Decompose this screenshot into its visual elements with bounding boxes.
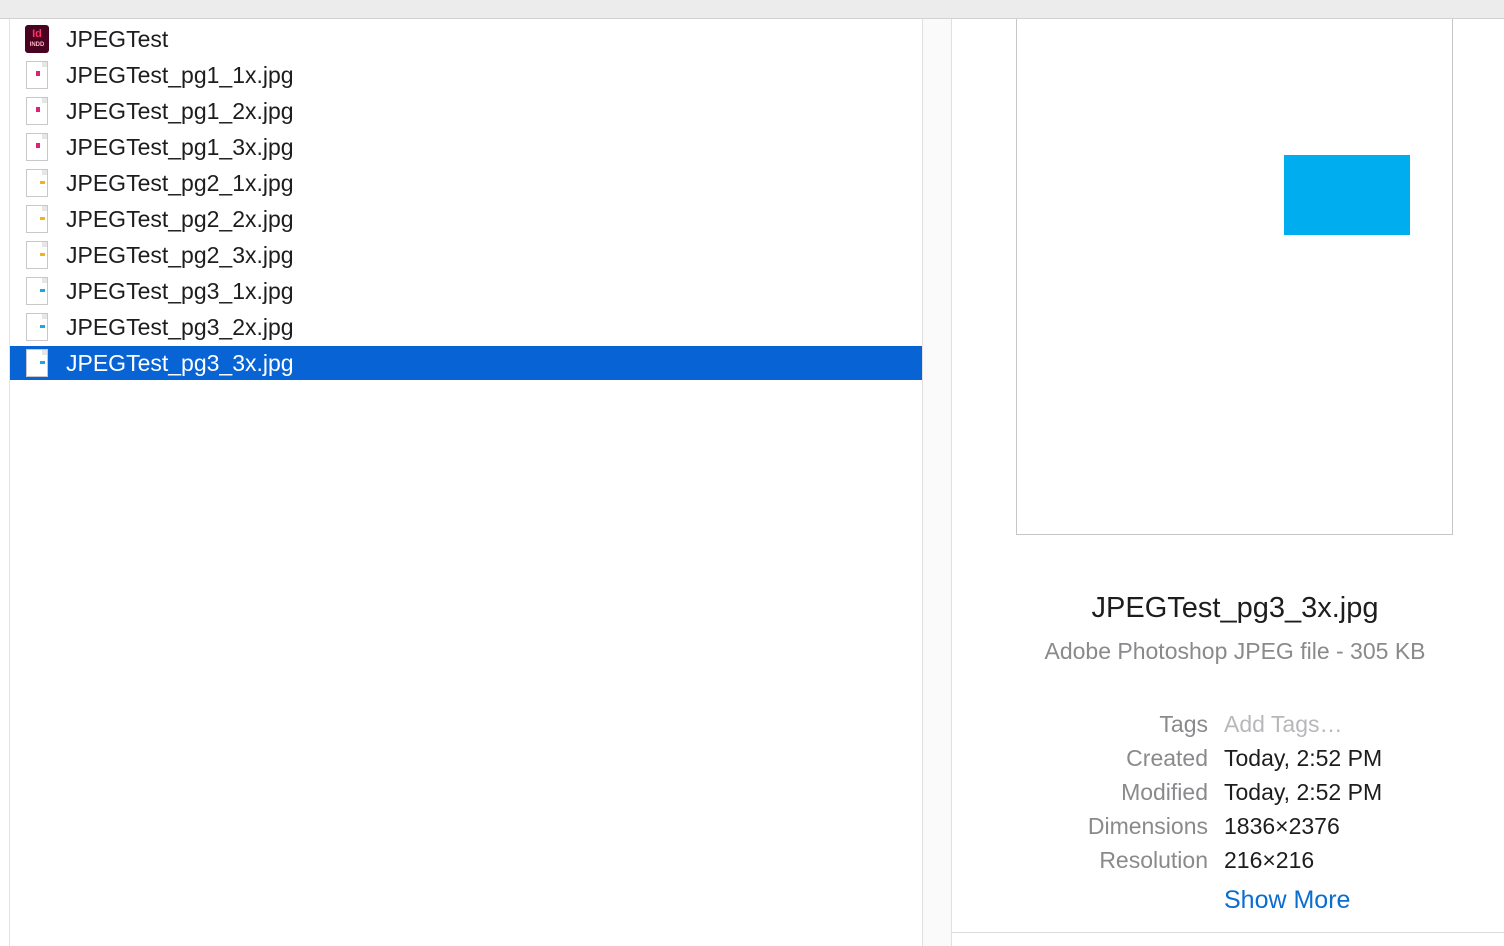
preview-blue-rectangle <box>1284 155 1410 235</box>
file-row[interactable]: JPEGTest_pg2_2x.jpg <box>10 202 922 236</box>
thumbnail-mark <box>36 107 40 112</box>
meta-row-tags: Tags Add Tags… <box>952 708 1504 740</box>
thumbnail-mark <box>40 217 45 220</box>
jpeg-file-icon <box>24 313 50 341</box>
preview-bottom-divider <box>952 932 1504 933</box>
preview-file-kind-size: Adobe Photoshop JPEG file - 305 KB <box>1044 638 1426 664</box>
jpeg-file-icon <box>24 61 50 89</box>
file-name: JPEGTest_pg1_2x.jpg <box>66 98 294 124</box>
meta-row-created: Created Today, 2:52 PM <box>952 742 1504 774</box>
meta-value-dimensions: 1836×2376 <box>1224 813 1340 839</box>
meta-value-modified: Today, 2:52 PM <box>1224 779 1383 805</box>
thumbnail-mark <box>36 71 40 76</box>
thumbnail-mark <box>40 289 45 292</box>
add-tags-field[interactable]: Add Tags… <box>1224 708 1342 740</box>
indesign-badge: Id INDD <box>25 25 49 53</box>
preview-pane: JPEGTest_pg3_3x.jpg Adobe Photoshop JPEG… <box>952 19 1504 946</box>
file-row[interactable]: Id INDD JPEGTest <box>10 22 922 56</box>
file-name: JPEGTest_pg3_1x.jpg <box>66 278 294 304</box>
jpeg-file-icon <box>24 97 50 125</box>
meta-label-modified: Modified <box>1121 779 1208 805</box>
document-page-shape <box>26 349 48 377</box>
file-list: Id INDD JPEGTest JPEGTest_pg1_1x.jpg JPEGTes… <box>10 19 922 946</box>
file-name: JPEGTest_pg3_3x.jpg <box>66 350 294 376</box>
jpeg-file-icon <box>24 169 50 197</box>
document-page-shape <box>26 277 48 305</box>
indesign-badge-sublabel: INDD <box>29 42 45 48</box>
document-page-shape <box>26 241 48 269</box>
thumbnail-mark <box>40 181 45 184</box>
meta-row-modified: Modified Today, 2:52 PM <box>952 776 1504 808</box>
file-name: JPEGTest_pg2_2x.jpg <box>66 206 294 232</box>
meta-label-created: Created <box>1126 745 1208 771</box>
file-row[interactable]: JPEGTest_pg1_3x.jpg <box>10 130 922 164</box>
thumbnail-mark <box>40 253 45 256</box>
file-row[interactable]: JPEGTest_pg1_1x.jpg <box>10 58 922 92</box>
file-name: JPEGTest <box>66 26 169 52</box>
file-row[interactable]: JPEGTest_pg3_1x.jpg <box>10 274 922 308</box>
file-row[interactable]: JPEGTest_pg2_3x.jpg <box>10 238 922 272</box>
window-toolbar-strip <box>0 0 1504 19</box>
file-row[interactable]: JPEGTest_pg1_2x.jpg <box>10 94 922 128</box>
file-row[interactable]: JPEGTest_pg2_1x.jpg <box>10 166 922 200</box>
document-page-shape <box>26 61 48 89</box>
jpeg-file-icon <box>24 205 50 233</box>
file-name: JPEGTest_pg2_1x.jpg <box>66 170 294 196</box>
jpeg-file-icon <box>24 241 50 269</box>
document-page-shape <box>26 205 48 233</box>
meta-row-resolution: Resolution 216×216 <box>952 844 1504 876</box>
thumbnail-mark <box>40 361 45 364</box>
column-gutter <box>923 19 951 946</box>
preview-thumbnail[interactable] <box>1016 19 1453 535</box>
document-page-shape <box>26 169 48 197</box>
jpeg-file-icon <box>24 349 50 377</box>
document-page-shape <box>26 97 48 125</box>
file-row[interactable]: JPEGTest_pg3_3x.jpg <box>10 346 922 380</box>
jpeg-file-icon <box>24 277 50 305</box>
file-name: JPEGTest_pg2_3x.jpg <box>66 242 294 268</box>
meta-value-created: Today, 2:52 PM <box>1224 745 1383 771</box>
meta-row-dimensions: Dimensions 1836×2376 <box>952 810 1504 842</box>
thumbnail-mark <box>40 325 45 328</box>
indesign-badge-label: Id <box>32 28 42 40</box>
preview-file-name: JPEGTest_pg3_3x.jpg <box>1091 592 1379 624</box>
file-name: JPEGTest_pg1_3x.jpg <box>66 134 294 160</box>
file-name: JPEGTest_pg1_1x.jpg <box>66 62 294 88</box>
thumbnail-mark <box>36 143 40 148</box>
meta-label-dimensions: Dimensions <box>1087 813 1208 839</box>
file-name: JPEGTest_pg3_2x.jpg <box>66 314 294 340</box>
document-page-shape <box>26 313 48 341</box>
indesign-document-icon: Id INDD <box>24 25 50 53</box>
file-row[interactable]: JPEGTest_pg3_2x.jpg <box>10 310 922 344</box>
document-page-shape <box>26 133 48 161</box>
meta-label-resolution: Resolution <box>1099 847 1208 873</box>
show-more-link[interactable]: Show More <box>1224 883 1350 917</box>
jpeg-file-icon <box>24 133 50 161</box>
meta-label-tags: Tags <box>1159 711 1208 737</box>
meta-value-resolution: 216×216 <box>1224 847 1315 873</box>
